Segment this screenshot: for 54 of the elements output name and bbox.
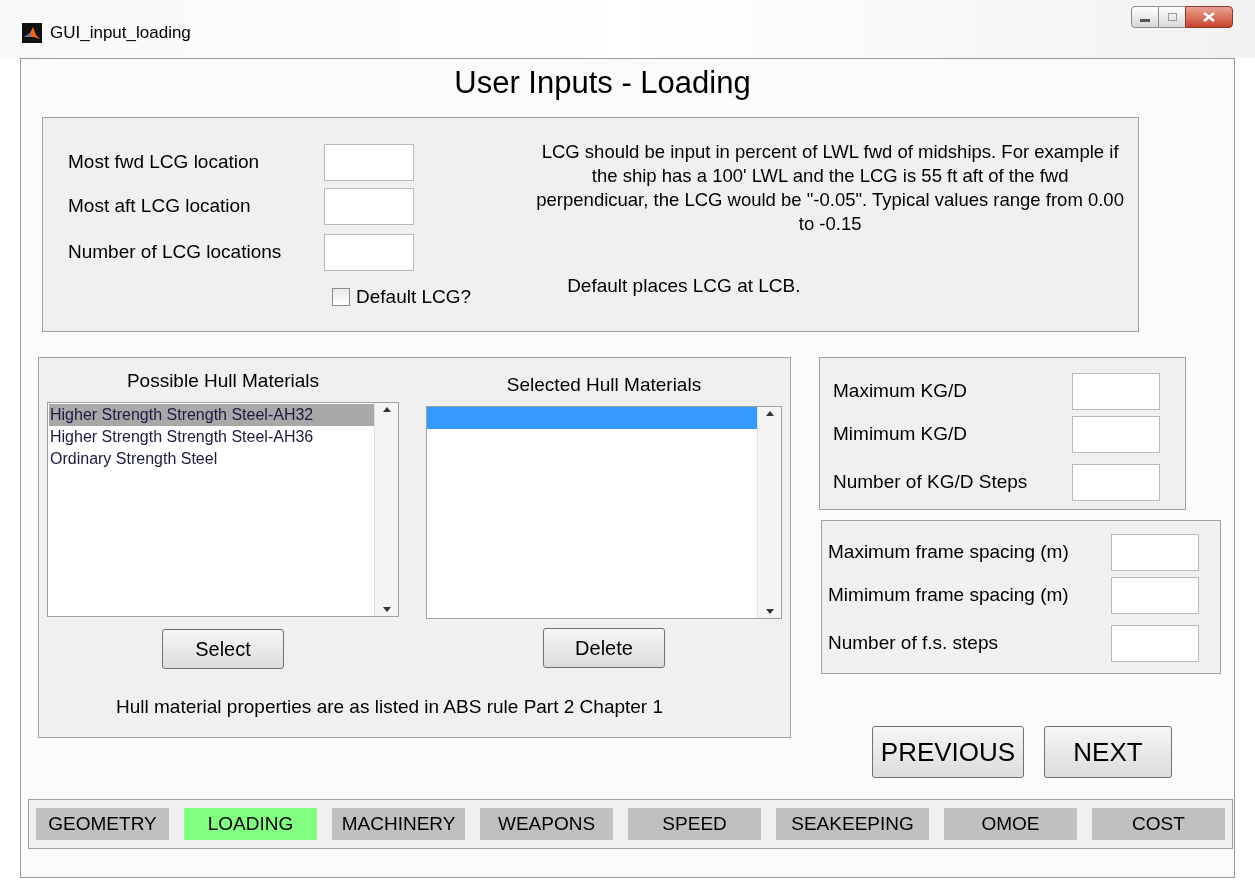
close-button[interactable]	[1185, 6, 1233, 28]
default-note: Default places LCG at LCB.	[567, 274, 802, 298]
input-field[interactable]	[1111, 625, 1199, 662]
scrollbar[interactable]	[374, 402, 398, 616]
input-field[interactable]	[1111, 577, 1199, 614]
input-field[interactable]	[324, 234, 414, 271]
page-heading: User Inputs - Loading	[453, 64, 752, 102]
field-label: Maximum frame spacing (m)	[828, 540, 1069, 565]
window-title: GUI_input_loading	[50, 22, 191, 44]
input-field[interactable]	[1072, 373, 1160, 410]
input-field[interactable]	[1111, 534, 1199, 571]
tab[interactable]: WEAPONS	[480, 808, 614, 840]
checkbox[interactable]	[332, 288, 350, 307]
field-label: Mimimum frame spacing (m)	[828, 583, 1069, 608]
input-field[interactable]	[1072, 464, 1160, 501]
push-button[interactable]: NEXT	[1044, 726, 1172, 778]
list-item[interactable]: Higher Strength Strength Steel-AH36	[49, 425, 374, 448]
up-arrow-icon[interactable]	[765, 410, 774, 416]
close-icon	[1203, 12, 1215, 22]
input-field[interactable]	[1072, 416, 1160, 453]
up-arrow-icon[interactable]	[382, 406, 391, 412]
push-button[interactable]: Select	[162, 628, 284, 669]
possible-materials-list[interactable]: Higher Strength Strength Steel-AH32 Higher Strength Strength Steel-AH36 Ordinary Strength Steel	[47, 401, 399, 617]
tab[interactable]: LOADING	[184, 808, 318, 840]
list-item[interactable]: Higher Strength Strength Steel-AH32	[49, 403, 374, 426]
app-icon	[22, 22, 42, 43]
tab[interactable]: SEAKEEPING	[776, 808, 929, 840]
list-heading: Selected Hull Materials	[506, 373, 702, 397]
field-label: Most aft LCG location	[68, 194, 252, 219]
push-button[interactable]: PREVIOUS	[872, 726, 1024, 778]
push-button[interactable]: Delete	[543, 627, 665, 668]
down-arrow-icon[interactable]	[765, 608, 774, 614]
list-item[interactable]: Ordinary Strength Steel	[49, 447, 374, 470]
tab[interactable]: MACHINERY	[332, 808, 466, 840]
materials-note: Hull material properties are as listed in ABS rule Part 2 Chapter 1	[116, 694, 665, 719]
list-heading: Possible Hull Materials	[126, 369, 320, 393]
lcg-instructions: LCG should be input in percent of LWL fwd of midships. For example if the ship has a 100' LWL and the LCG is 55 ft aft of the fwd perpendicuar, the LCG would be "-0.05". Typical values range from 0.00 to -0.15	[535, 140, 1125, 236]
input-field[interactable]	[324, 144, 414, 181]
field-label: Mimimum KG/D	[833, 422, 968, 447]
minimize-button[interactable]	[1131, 6, 1159, 28]
tab[interactable]: GEOMETRY	[36, 808, 169, 840]
field-label: Most fwd LCG location	[68, 150, 261, 175]
tab[interactable]: SPEED	[628, 808, 762, 840]
scrollbar[interactable]	[757, 406, 781, 618]
field-label: Number of KG/D Steps	[833, 470, 1028, 495]
field-label: Number of LCG locations	[68, 240, 283, 265]
field-label: Maximum KG/D	[833, 379, 968, 404]
input-field[interactable]	[324, 188, 414, 225]
checkbox-label: Default LCG?	[356, 285, 472, 309]
tab[interactable]: COST	[1091, 808, 1225, 840]
field-label: Number of f.s. steps	[828, 631, 998, 656]
down-arrow-icon[interactable]	[382, 606, 391, 612]
tab[interactable]: OMOE	[943, 808, 1077, 840]
maximize-button[interactable]	[1159, 6, 1185, 28]
